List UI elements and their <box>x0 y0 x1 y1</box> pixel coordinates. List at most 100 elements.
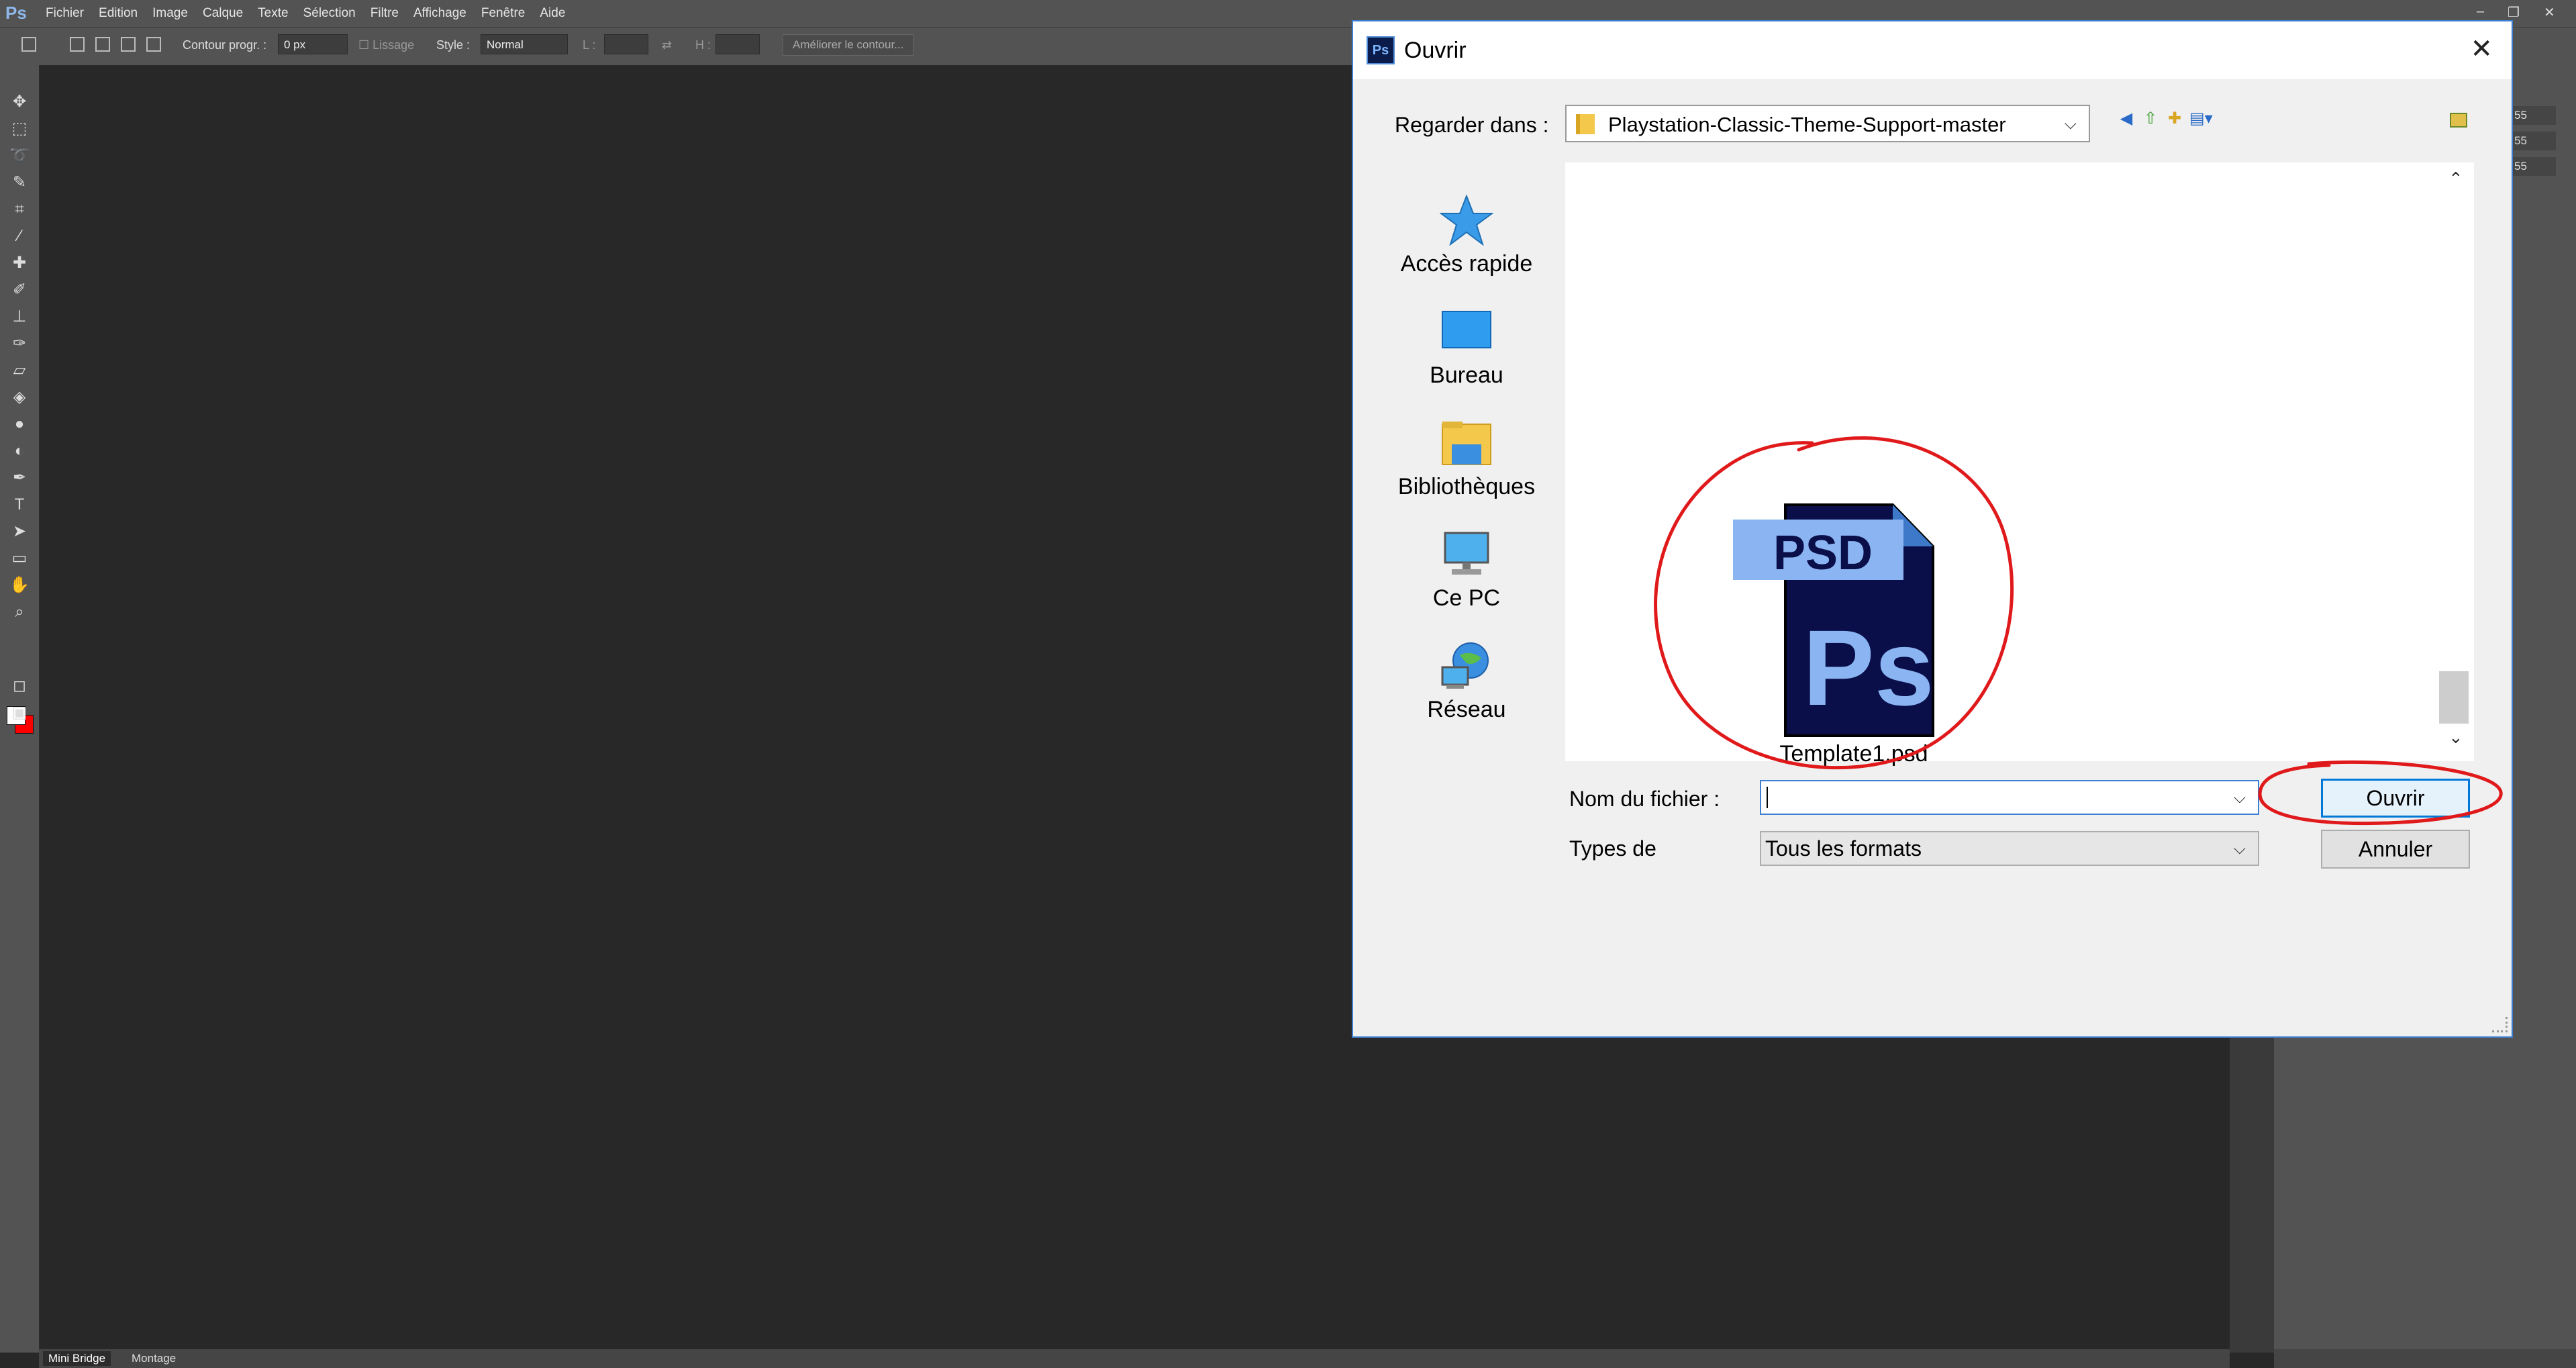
look-in-select[interactable]: Playstation-Classic-Theme-Support-master… <box>1565 105 2090 142</box>
filename-input[interactable]: ⌵ <box>1760 780 2259 815</box>
lissage-checkbox[interactable]: ☐ Lissage <box>358 38 414 52</box>
photoshop-app-icon: Ps <box>1367 36 1395 64</box>
scrollbar-thumb[interactable] <box>2439 671 2469 724</box>
add-selection-icon[interactable] <box>95 37 110 52</box>
dialog-titlebar[interactable]: Ps Ouvrir ✕ <box>1353 21 2512 79</box>
place-desktop[interactable]: Bureau <box>1377 306 1556 389</box>
tab-mini-bridge[interactable]: Mini Bridge <box>43 1351 111 1366</box>
chevron-down-icon[interactable]: ⌵ <box>2234 788 2246 807</box>
close-icon[interactable]: ✕ <box>2544 4 2555 21</box>
menu-image[interactable]: Image <box>152 6 188 21</box>
menu-fenetre[interactable]: Fenêtre <box>481 6 525 21</box>
panel-value-3[interactable]: 55 <box>2510 157 2556 176</box>
pen-tool-icon[interactable]: ✒ <box>9 468 30 488</box>
up-folder-icon[interactable]: ⇧ <box>2141 109 2160 128</box>
stamp-tool-icon[interactable]: ⊥ <box>9 307 30 327</box>
intersect-selection-icon[interactable] <box>146 37 161 52</box>
subtract-selection-icon[interactable] <box>121 37 136 52</box>
path-select-icon[interactable]: ➤ <box>9 522 30 542</box>
open-button[interactable]: Ouvrir <box>2321 779 2470 818</box>
zoom-tool-icon[interactable]: ⌕ <box>9 602 30 622</box>
screen-mode-icon[interactable]: ▣ <box>9 703 30 723</box>
restore-icon[interactable]: ❐ <box>2508 4 2520 21</box>
eyedropper-tool-icon[interactable]: ⁄ <box>9 226 30 246</box>
move-tool-icon[interactable]: ✥ <box>9 92 30 112</box>
bucket-tool-icon[interactable]: ◈ <box>9 387 30 407</box>
dialog-title: Ouvrir <box>1404 38 1467 63</box>
menu-filtre[interactable]: Filtre <box>370 6 399 21</box>
place-network[interactable]: Réseau <box>1377 640 1556 723</box>
file-types-value: Tous les formats <box>1765 836 1922 861</box>
width-label: L : <box>583 38 596 52</box>
resize-grip-icon[interactable] <box>2492 1017 2508 1032</box>
type-tool-icon[interactable]: T <box>9 495 30 515</box>
tab-montage[interactable]: Montage <box>126 1351 181 1366</box>
quick-mask-icon[interactable]: ◻ <box>9 676 30 696</box>
back-icon[interactable]: ◀ <box>2117 109 2136 128</box>
menu-aide[interactable]: Aide <box>540 6 565 21</box>
contour-input[interactable]: 0 px <box>278 34 348 54</box>
new-selection-icon[interactable] <box>70 37 85 52</box>
psd-file-icon: PSD Ps <box>1733 503 1934 737</box>
place-quick-access[interactable]: Accès rapide <box>1377 194 1556 277</box>
lasso-tool-icon[interactable]: ➰ <box>9 146 30 166</box>
eraser-tool-icon[interactable]: ▱ <box>9 360 30 381</box>
style-select[interactable]: Normal <box>481 34 568 54</box>
file-name: Template1.psd <box>1779 741 1928 767</box>
scroll-down-icon[interactable]: ⌄ <box>2448 728 2463 748</box>
width-input[interactable] <box>604 34 648 54</box>
panel-value-2[interactable]: 55 <box>2510 132 2556 150</box>
place-label: Bureau <box>1430 362 1503 388</box>
place-libraries[interactable]: Bibliothèques <box>1377 418 1556 500</box>
dialog-close-icon[interactable]: ✕ <box>2470 34 2493 64</box>
status-bar: Mini Bridge Montage <box>39 1349 2230 1368</box>
tools-panel: ✥ ⬚ ➰ ✎ ⌗ ⁄ ✚ ✐ ⊥ ✑ ▱ ◈ ● ◐ ✒ T ➤ ▭ ✋ ⌕ … <box>0 65 40 1353</box>
blur-tool-icon[interactable]: ● <box>9 414 30 434</box>
menu-edition[interactable]: Edition <box>99 6 138 21</box>
network-icon <box>1440 640 1493 691</box>
history-brush-icon[interactable]: ✑ <box>9 334 30 354</box>
folder-icon <box>1576 114 1595 134</box>
menu-fichier[interactable]: Fichier <box>46 6 84 21</box>
marquee-tool-icon[interactable]: ⬚ <box>9 119 30 139</box>
scroll-up-icon[interactable]: ⌃ <box>2448 169 2463 189</box>
computer-icon <box>1440 529 1493 580</box>
place-this-pc[interactable]: Ce PC <box>1377 529 1556 612</box>
view-menu-icon[interactable]: ▤▾ <box>2189 109 2213 128</box>
refine-edge-button[interactable]: Améliorer le contour... <box>783 34 914 56</box>
dodge-tool-icon[interactable]: ◐ <box>9 441 30 461</box>
quick-select-tool-icon[interactable]: ✎ <box>9 173 30 193</box>
desktop-icon <box>1440 306 1493 357</box>
panel-value-1[interactable]: 55 <box>2510 106 2556 125</box>
menu-calque[interactable]: Calque <box>203 6 243 21</box>
new-folder-icon[interactable] <box>2450 113 2467 128</box>
crop-tool-icon[interactable]: ⌗ <box>9 199 30 219</box>
place-label: Réseau <box>1427 697 1506 722</box>
ps-glyph-text: Ps <box>1803 607 1934 728</box>
brush-tool-icon[interactable]: ✐ <box>9 280 30 300</box>
swap-icon[interactable]: ⇄ <box>662 38 672 52</box>
filename-label: Nom du fichier : <box>1569 787 1720 811</box>
shape-tool-icon[interactable]: ▭ <box>9 548 30 569</box>
menu-texte[interactable]: Texte <box>258 6 288 21</box>
look-in-value: Playstation-Classic-Theme-Support-master <box>1608 113 2006 136</box>
create-folder-icon[interactable]: ✚ <box>2165 109 2184 128</box>
libraries-icon <box>1440 418 1493 469</box>
healing-tool-icon[interactable]: ✚ <box>9 253 30 273</box>
cancel-button[interactable]: Annuler <box>2321 830 2470 869</box>
marquee-preset-icon[interactable] <box>21 37 36 52</box>
layers-footer <box>2274 1349 2576 1368</box>
menu-affichage[interactable]: Affichage <box>413 6 466 21</box>
file-list[interactable]: PSD Ps Template1.psd <box>1565 162 2451 767</box>
minimize-icon[interactable]: – <box>2477 4 2484 19</box>
menu-selection[interactable]: Sélection <box>303 6 356 21</box>
file-types-select[interactable]: Tous les formats ⌵ <box>1760 831 2259 866</box>
hand-tool-icon[interactable]: ✋ <box>9 575 30 595</box>
look-in-label: Regarder dans : <box>1395 113 1549 137</box>
contour-label: Contour progr. : <box>183 38 267 52</box>
height-input[interactable] <box>715 34 760 54</box>
place-label: Ce PC <box>1432 585 1501 611</box>
file-item-template1[interactable]: PSD Ps Template1.psd <box>1733 491 1975 767</box>
menu-items: Fichier Edition Image Calque Texte Sélec… <box>46 6 565 21</box>
psd-badge-text: PSD <box>1773 526 1873 580</box>
